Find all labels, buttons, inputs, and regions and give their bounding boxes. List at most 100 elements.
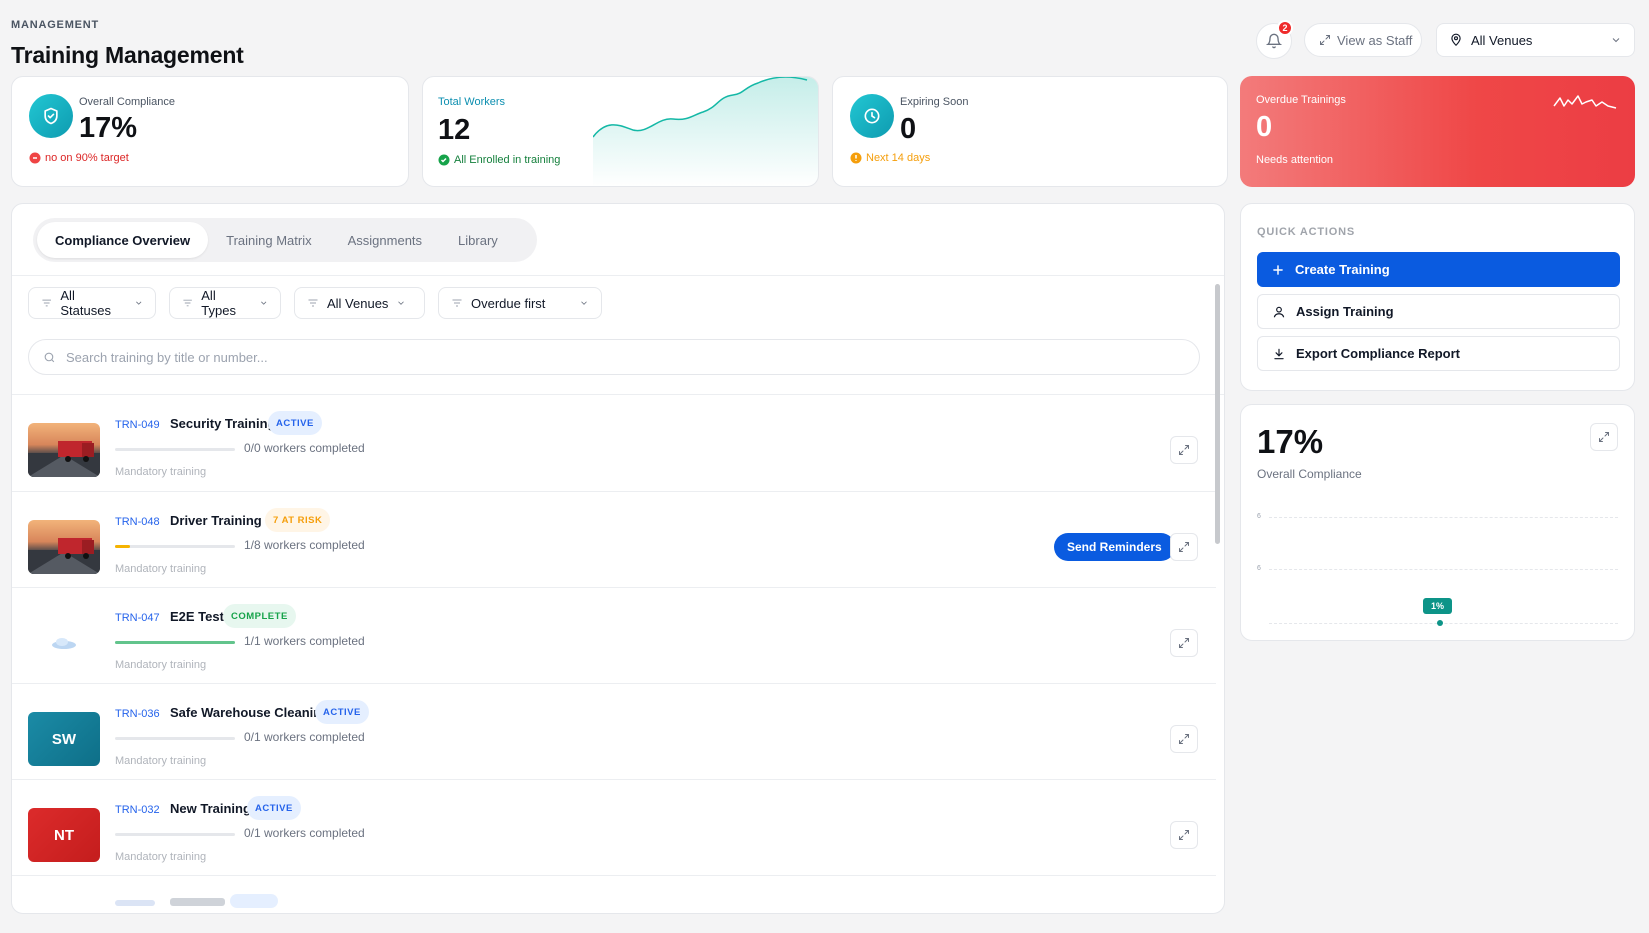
stat-value: 0	[1256, 111, 1273, 143]
workers-sparkline	[593, 77, 818, 186]
stat-note: no on 90% target	[29, 152, 129, 164]
export-report-button[interactable]: Export Compliance Report	[1257, 336, 1620, 371]
chart-tick-label: 6	[1257, 513, 1261, 520]
status-filter[interactable]: All Statuses	[28, 287, 156, 319]
status-badge: ACTIVE	[247, 796, 301, 820]
status-badge: ACTIVE	[315, 700, 369, 724]
chevron-down-icon	[135, 301, 141, 305]
compliance-label: Overall Compliance	[1257, 467, 1362, 481]
stat-note: Needs attention	[1256, 154, 1334, 166]
list-scrollbar[interactable]	[1215, 284, 1220, 544]
progress-text: 1/8 workers completed	[244, 538, 365, 552]
view-as-staff-button[interactable]: View as Staff	[1304, 23, 1422, 57]
training-title: E2E Test	[170, 609, 224, 624]
create-training-button[interactable]: Create Training	[1257, 252, 1620, 287]
progress-text: 0/0 workers completed	[244, 441, 365, 455]
chart-point	[1437, 620, 1443, 626]
training-row[interactable]: TRN-047 E2E Test COMPLETE 1/1 workers co…	[12, 587, 1216, 687]
training-row-partial[interactable]	[12, 875, 1216, 913]
tab-bar: Compliance Overview Training Matrix Assi…	[33, 218, 537, 262]
quick-actions-title: QUICK ACTIONS	[1257, 226, 1355, 238]
assign-training-button[interactable]: Assign Training	[1257, 294, 1620, 329]
open-training-button[interactable]	[1170, 533, 1198, 561]
send-reminders-button[interactable]: Send Reminders	[1054, 533, 1175, 561]
initials-thumbnail: SW	[28, 712, 100, 766]
training-title: New Training	[170, 801, 251, 816]
compliance-value: 17%	[1257, 423, 1324, 460]
chart-gridline	[1269, 623, 1618, 624]
download-icon	[1274, 348, 1284, 359]
progress-bar	[115, 737, 235, 740]
chart-gridline	[1269, 517, 1618, 518]
tab-training-matrix[interactable]: Training Matrix	[208, 222, 329, 258]
filter-lines-icon	[308, 299, 318, 307]
sort-select[interactable]: Overdue first	[438, 287, 602, 319]
expand-icon	[1179, 542, 1189, 552]
stat-label: Total Workers	[438, 96, 506, 108]
training-row[interactable]: TRN-048 Driver Training 7 AT RISK 1/8 wo…	[12, 491, 1216, 591]
alert-circle-icon	[29, 152, 41, 164]
stat-note: All Enrolled in training	[438, 154, 560, 166]
compliance-chart-card: 17% Overall Compliance 6 6 1%	[1240, 404, 1635, 641]
venue-select[interactable]: All Venues	[1436, 23, 1635, 57]
chevron-down-icon	[398, 301, 405, 305]
check-circle-icon	[438, 154, 450, 166]
expand-icon	[1179, 638, 1189, 648]
row-placeholder	[170, 898, 225, 906]
overdue-sparkline	[1553, 95, 1617, 109]
training-category: Mandatory training	[115, 563, 207, 575]
open-training-button[interactable]	[1170, 629, 1198, 657]
training-row[interactable]: NT TRN-032 New Training ACTIVE 0/1 worke…	[12, 779, 1216, 879]
progress-text: 0/1 workers completed	[244, 730, 365, 744]
open-training-button[interactable]	[1170, 725, 1198, 753]
venue-select-value: All Venues	[1471, 32, 1533, 48]
tab-assignments[interactable]: Assignments	[330, 222, 440, 258]
chevron-down-icon	[260, 301, 266, 305]
status-badge: 7 AT RISK	[265, 508, 331, 532]
initials-thumbnail: NT	[28, 808, 100, 862]
view-as-staff-label: View as Staff	[1337, 32, 1413, 48]
training-code: TRN-049	[115, 419, 160, 431]
row-placeholder	[230, 894, 278, 908]
training-row[interactable]: TRN-049 Security Training ACTIVE 0/0 wor…	[12, 395, 1216, 495]
chart-tick-label: 6	[1257, 565, 1261, 572]
plus-icon	[1273, 264, 1283, 275]
notifications-button[interactable]: 2	[1256, 20, 1293, 59]
training-category: Mandatory training	[115, 755, 207, 767]
venue-filter[interactable]: All Venues	[294, 287, 425, 319]
cloud-thumbnail	[28, 616, 100, 670]
open-training-button[interactable]	[1170, 436, 1198, 464]
shield-check-icon	[29, 94, 73, 138]
divider	[12, 275, 1224, 276]
open-training-button[interactable]	[1170, 821, 1198, 849]
map-pin-icon	[1451, 33, 1461, 47]
training-code: TRN-032	[115, 804, 160, 816]
expand-arrows-icon	[1320, 35, 1330, 45]
progress-text: 0/1 workers completed	[244, 826, 365, 840]
overall-compliance-card: Overall Compliance 17% no on 90% target	[11, 76, 409, 187]
expand-chart-button[interactable]	[1590, 423, 1618, 451]
overdue-trainings-card: Overdue Trainings 0 Needs attention	[1240, 76, 1635, 187]
notification-count-badge: 2	[1277, 20, 1293, 36]
status-badge: COMPLETE	[223, 604, 296, 628]
progress-bar	[115, 448, 235, 451]
tab-library[interactable]: Library	[440, 222, 516, 258]
total-workers-card: Total Workers 12 All Enrolled in trainin…	[422, 76, 819, 187]
training-title: Driver Training	[170, 513, 262, 528]
training-category: Mandatory training	[115, 851, 207, 863]
expiring-soon-card: Expiring Soon 0 Next 14 days	[832, 76, 1228, 187]
type-filter[interactable]: All Types	[169, 287, 281, 319]
expand-icon	[1179, 445, 1189, 455]
training-search[interactable]: Search training by title or number...	[28, 339, 1200, 375]
training-row[interactable]: SW TRN-036 Safe Warehouse Cleaning ACTIV…	[12, 683, 1216, 783]
stat-value: 17%	[79, 112, 138, 144]
progress-text: 1/1 workers completed	[244, 634, 365, 648]
truck-thumbnail	[28, 423, 100, 477]
tab-compliance-overview[interactable]: Compliance Overview	[37, 222, 209, 258]
clock-icon	[850, 94, 894, 138]
stat-label: Expiring Soon	[900, 96, 969, 108]
trainings-panel: Compliance Overview Training Matrix Assi…	[11, 203, 1225, 914]
training-category: Mandatory training	[115, 659, 207, 671]
training-title: Safe Warehouse Cleaning	[170, 705, 330, 720]
chart-gridline	[1269, 569, 1618, 570]
